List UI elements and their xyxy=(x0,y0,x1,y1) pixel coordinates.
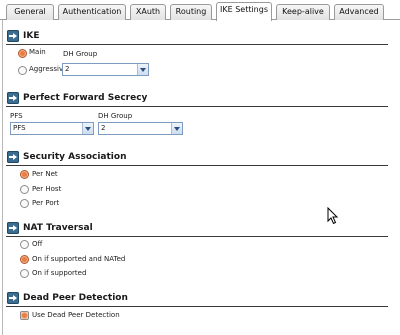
sa-per-port-label: Per Port xyxy=(32,199,60,207)
nat-section-title: NAT Traversal xyxy=(23,223,93,233)
arrow-right-icon xyxy=(7,30,19,42)
tab-routing[interactable]: Routing xyxy=(170,4,212,20)
nat-on-if-supported-radio[interactable] xyxy=(20,269,29,278)
pfs-section-title: Perfect Forward Secrecy xyxy=(23,93,148,103)
ike-aggressive-radio[interactable] xyxy=(18,66,27,75)
sa-section-title: Security Association xyxy=(23,152,127,162)
sa-per-port-radio[interactable] xyxy=(20,199,29,208)
tab-xauth[interactable]: XAuth xyxy=(130,4,166,20)
sa-per-host-radio[interactable] xyxy=(20,185,29,194)
sa-section-header: Security Association xyxy=(6,150,388,166)
ike-dh-group-select[interactable]: 2 xyxy=(62,63,149,76)
dpd-checkbox-label: Use Dead Peer Detection xyxy=(32,311,120,319)
ike-section-title: IKE xyxy=(23,31,40,41)
nat-on-if-natted-radio[interactable] xyxy=(20,255,29,264)
arrow-right-icon xyxy=(7,292,19,304)
sa-per-net-radio[interactable] xyxy=(20,170,29,179)
nat-on-if-supported-label: On if supported xyxy=(32,269,87,277)
chevron-down-icon xyxy=(171,123,182,134)
pfs-dh-group-value: 2 xyxy=(101,124,106,132)
pfs-section-header: Perfect Forward Secrecy xyxy=(6,91,388,107)
arrow-right-icon xyxy=(7,222,19,234)
pfs-label: PFS xyxy=(10,112,23,120)
dpd-section-title: Dead Peer Detection xyxy=(23,293,128,303)
ike-section-header: IKE xyxy=(6,29,388,45)
sa-per-net-label: Per Net xyxy=(32,170,58,178)
nat-off-radio[interactable] xyxy=(20,240,29,249)
mouse-pointer-icon xyxy=(327,207,339,225)
ike-main-radio[interactable] xyxy=(18,49,27,58)
dpd-section-header: Dead Peer Detection xyxy=(6,291,388,307)
pfs-dh-group-label: DH Group xyxy=(98,112,133,120)
tab-bar: General Authentication XAuth Routing IKE… xyxy=(0,0,400,21)
tab-authentication[interactable]: Authentication xyxy=(58,4,126,20)
arrow-right-icon xyxy=(7,92,19,104)
pfs-value: PFS xyxy=(13,124,26,132)
dpd-checkbox[interactable] xyxy=(20,311,29,320)
sa-per-host-label: Per Host xyxy=(32,185,62,193)
chevron-down-icon xyxy=(82,123,93,134)
arrow-right-icon xyxy=(7,151,19,163)
tab-advanced[interactable]: Advanced xyxy=(334,4,384,20)
tab-keep-alive[interactable]: Keep-alive xyxy=(276,4,330,20)
tab-ike-settings[interactable]: IKE Settings xyxy=(216,2,272,21)
ike-dh-group-value: 2 xyxy=(65,65,70,73)
ike-dh-group-label: DH Group xyxy=(63,50,98,58)
pfs-select[interactable]: PFS xyxy=(10,122,94,135)
nat-off-label: Off xyxy=(32,240,43,248)
nat-on-if-natted-label: On if supported and NATed xyxy=(32,255,126,263)
ike-main-label: Main xyxy=(29,48,46,56)
chevron-down-icon xyxy=(137,64,148,75)
pfs-dh-group-select[interactable]: 2 xyxy=(98,122,183,135)
tab-general[interactable]: General xyxy=(6,4,54,20)
